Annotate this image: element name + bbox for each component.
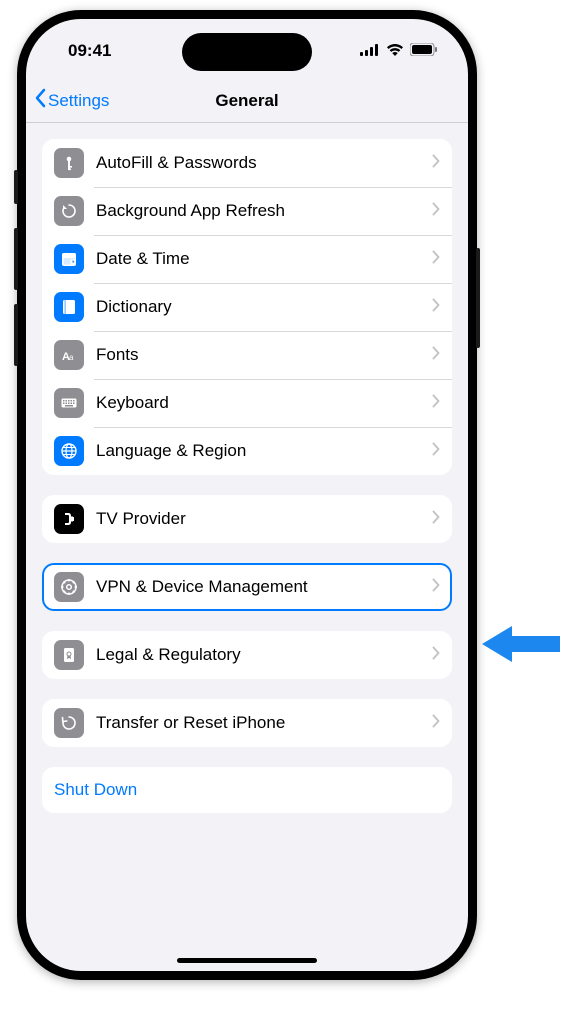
nav-bar: Settings General: [26, 79, 468, 123]
refresh-icon: [54, 196, 84, 226]
reset-icon: [54, 708, 84, 738]
settings-row-autofill[interactable]: AutoFill & Passwords: [42, 139, 452, 187]
settings-row-bgrefresh[interactable]: Background App Refresh: [42, 187, 452, 235]
chevron-right-icon: [432, 578, 440, 597]
settings-list: AutoFill & Passwords Background App Refre…: [26, 123, 468, 971]
dynamic-island: [182, 33, 312, 71]
chevron-right-icon: [432, 394, 440, 413]
settings-row-legal[interactable]: Legal & Regulatory: [42, 631, 452, 679]
page-title: General: [215, 91, 278, 111]
gear-icon: [54, 572, 84, 602]
row-label: Shut Down: [54, 780, 137, 800]
phone-frame: 09:41 Settings General: [17, 10, 477, 980]
screen: 09:41 Settings General: [26, 19, 468, 971]
volume-down-button: [14, 304, 18, 366]
back-label: Settings: [48, 91, 109, 111]
keyboard-icon: [54, 388, 84, 418]
chevron-right-icon: [432, 442, 440, 461]
settings-group: Shut Down: [42, 767, 452, 813]
settings-row-fonts[interactable]: Aa Fonts: [42, 331, 452, 379]
home-indicator: [177, 958, 317, 963]
settings-row-vpn[interactable]: VPN & Device Management: [42, 563, 452, 611]
settings-group: VPN & Device Management: [42, 563, 452, 611]
row-label: Legal & Regulatory: [96, 645, 432, 665]
book-icon: [54, 292, 84, 322]
volume-up-button: [14, 228, 18, 290]
chevron-right-icon: [432, 154, 440, 173]
side-button: [14, 170, 18, 204]
chevron-right-icon: [432, 202, 440, 221]
key-icon: [54, 148, 84, 178]
power-button: [476, 248, 480, 348]
chevron-right-icon: [432, 510, 440, 529]
settings-row-transfer[interactable]: Transfer or Reset iPhone: [42, 699, 452, 747]
row-label: Date & Time: [96, 249, 432, 269]
status-time: 09:41: [68, 41, 111, 61]
row-label: VPN & Device Management: [96, 577, 432, 597]
row-label: TV Provider: [96, 509, 432, 529]
chevron-right-icon: [432, 298, 440, 317]
chevron-right-icon: [432, 714, 440, 733]
row-label: Transfer or Reset iPhone: [96, 713, 432, 733]
chevron-right-icon: [432, 646, 440, 665]
settings-group: Transfer or Reset iPhone: [42, 699, 452, 747]
settings-row-dictionary[interactable]: Dictionary: [42, 283, 452, 331]
row-label: Dictionary: [96, 297, 432, 317]
settings-row-datetime[interactable]: Date & Time: [42, 235, 452, 283]
row-label: Keyboard: [96, 393, 432, 413]
chevron-right-icon: [432, 346, 440, 365]
back-button[interactable]: Settings: [34, 88, 109, 113]
chevron-left-icon: [34, 88, 46, 113]
settings-group: TV Provider: [42, 495, 452, 543]
settings-row-tvprovider[interactable]: TV Provider: [42, 495, 452, 543]
settings-group: Legal & Regulatory: [42, 631, 452, 679]
settings-row-language[interactable]: Language & Region: [42, 427, 452, 475]
row-label: Fonts: [96, 345, 432, 365]
fonts-icon: Aa: [54, 340, 84, 370]
row-label: Language & Region: [96, 441, 432, 461]
svg-text:a: a: [69, 353, 74, 362]
callout-arrow-icon: [482, 620, 562, 668]
calendar-icon: [54, 244, 84, 274]
cellular-icon: [360, 41, 380, 61]
chevron-right-icon: [432, 250, 440, 269]
row-label: AutoFill & Passwords: [96, 153, 432, 173]
settings-group: AutoFill & Passwords Background App Refre…: [42, 139, 452, 475]
tv-icon: [54, 504, 84, 534]
settings-row-keyboard[interactable]: Keyboard: [42, 379, 452, 427]
wifi-icon: [386, 41, 404, 61]
row-label: Background App Refresh: [96, 201, 432, 221]
battery-icon: [410, 41, 438, 61]
globe-icon: [54, 436, 84, 466]
shutdown-button[interactable]: Shut Down: [42, 767, 452, 813]
cert-icon: [54, 640, 84, 670]
